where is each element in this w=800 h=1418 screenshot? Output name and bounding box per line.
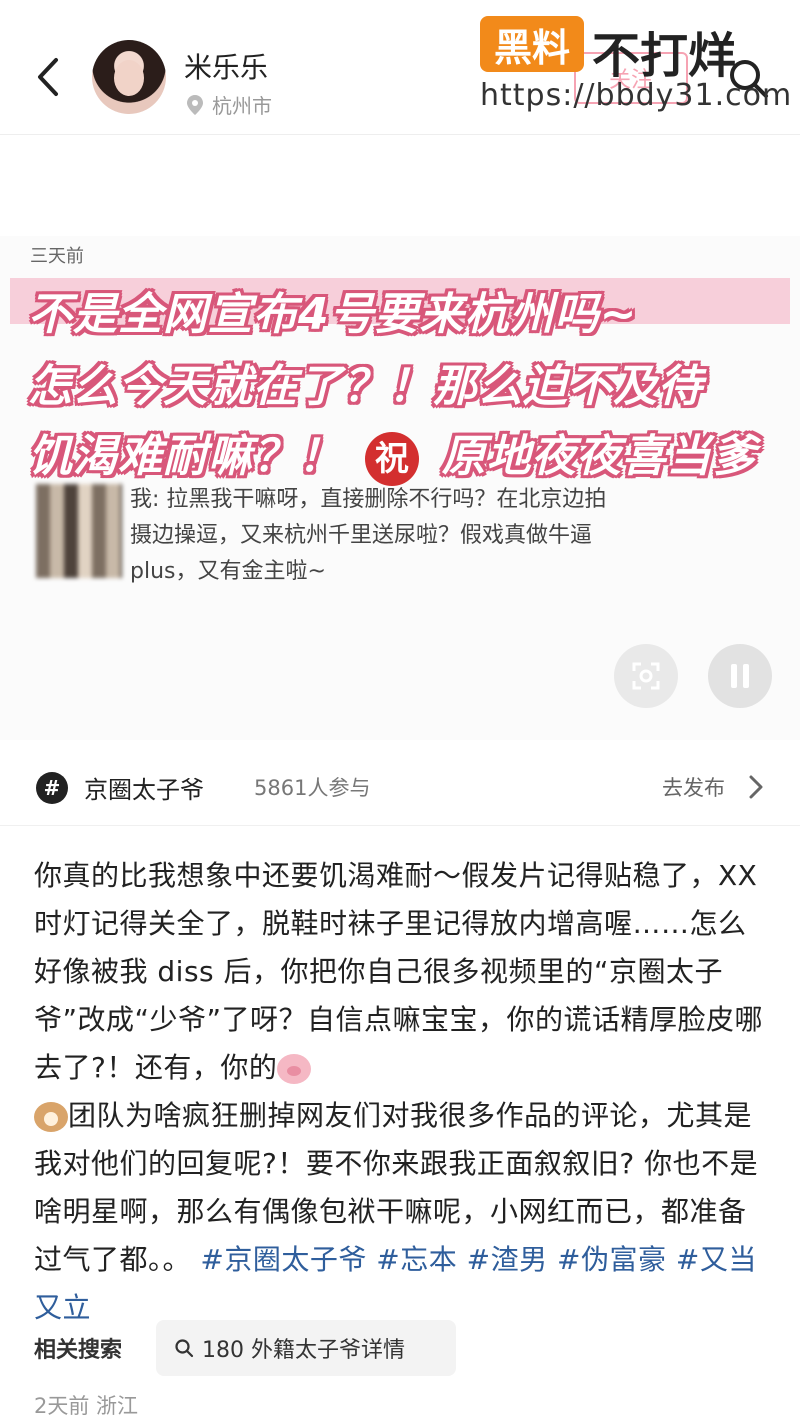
scan-icon <box>632 662 660 690</box>
post-media[interactable]: 三天前 不是全网宣布4号要来杭州吗~ 怎么今天就在了？！那么迫不及待 饥渴难耐嘛… <box>0 150 800 740</box>
related-search: 相关搜索 180 外籍太子爷详情 <box>34 1320 456 1376</box>
overlay-line-3b: 原地夜夜喜当爹 <box>441 431 757 482</box>
related-search-label: 相关搜索 <box>34 1338 123 1363</box>
search-icon <box>175 1339 194 1358</box>
post-body: 你真的比我想象中还要饥渴难耐～假发片记得贴稳了，XX 时灯记得关全了，脱鞋时袜子… <box>34 852 774 1332</box>
follow-button[interactable]: 关注 <box>574 52 688 104</box>
topic-row[interactable]: # 京圈太子爷 5861人参与 去发布 <box>0 750 800 826</box>
hashtag-link[interactable]: #京圈太子爷 <box>200 1243 366 1276</box>
location: 杭州市 <box>186 90 272 119</box>
search-icon <box>730 60 768 98</box>
overlay-line-3: 饥渴难耐嘛？！ 祝 原地夜夜喜当爹 <box>28 420 757 486</box>
pause-button[interactable] <box>708 644 772 708</box>
location-pin-icon <box>187 94 203 115</box>
post-time: 三天前 <box>30 246 84 267</box>
related-search-chip[interactable]: 180 外籍太子爷详情 <box>156 1320 456 1376</box>
pause-icon <box>731 664 749 688</box>
blurred-avatar <box>36 484 122 578</box>
topic-participants: 5861人参与 <box>254 776 371 800</box>
hashtag-link[interactable]: #忘本 <box>376 1243 457 1276</box>
post-body-text-1: 你真的比我想象中还要饥渴难耐～假发片记得贴稳了，XX 时灯记得关全了，脱鞋时袜子… <box>34 859 764 1084</box>
avatar[interactable] <box>92 40 166 114</box>
chevron-right-icon[interactable] <box>748 774 764 800</box>
dog-emoji-icon <box>34 1102 68 1132</box>
topic-name[interactable]: 京圈太子爷 <box>84 770 204 805</box>
hashtag-icon: # <box>36 772 68 804</box>
overlay-line-3a: 饥渴难耐嘛？！ <box>28 431 343 482</box>
hashtag-link[interactable]: #渣男 <box>467 1243 548 1276</box>
post-media-top <box>0 150 800 236</box>
back-button[interactable] <box>30 52 66 102</box>
top-bar: 米乐乐 杭州市 关注 <box>0 0 800 135</box>
hashtag-link[interactable]: #伪富豪 <box>557 1243 666 1276</box>
user-name[interactable]: 米乐乐 <box>184 46 268 86</box>
search-button[interactable] <box>724 54 772 102</box>
related-search-query: 180 外籍太子爷详情 <box>202 1338 405 1363</box>
zhu-badge-icon: 祝 <box>365 432 420 486</box>
reply-text: 我: 拉黑我干嘛呀，直接删除不行吗？在北京边拍摄边操逗，又来杭州千里送尿啦？假戏… <box>130 487 607 584</box>
overlay-line-2: 怎么今天就在了？！那么迫不及待 <box>28 361 703 412</box>
location-text: 杭州市 <box>212 94 272 118</box>
overlay-line-1: 不是全网宣布4号要来杭州吗~ <box>28 289 638 340</box>
publish-link[interactable]: 去发布 <box>662 772 725 802</box>
pig-emoji-icon <box>277 1054 312 1084</box>
scan-button[interactable] <box>614 644 678 708</box>
post-meta: 2天前 浙江 <box>34 1394 139 1418</box>
chevron-left-icon <box>38 58 58 96</box>
